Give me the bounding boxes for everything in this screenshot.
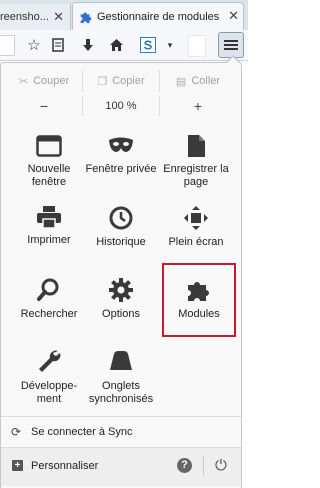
- zoom-reset-button[interactable]: 100 %: [83, 96, 160, 116]
- synced-tabs-label: Onglets synchronisés: [88, 380, 154, 405]
- new-window-label: Nouvelle fenêtre: [27, 163, 71, 188]
- zoom-controls: − 100 % +: [6, 96, 236, 116]
- copy-label: Copier: [112, 75, 145, 87]
- options-label: Options: [102, 308, 140, 320]
- search-label: Rechercher: [20, 308, 78, 320]
- power-icon[interactable]: ⏻: [215, 457, 227, 474]
- zoom-out-button[interactable]: −: [6, 96, 83, 116]
- download-icon[interactable]: [78, 35, 98, 55]
- paste-button[interactable]: ▤ Coller: [160, 70, 236, 92]
- save-page-button[interactable]: Enregistrer la page: [157, 135, 235, 189]
- dropdown-icon[interactable]: ▾: [164, 35, 176, 55]
- tab-title: Gestionnaire de modules ...: [97, 11, 223, 23]
- url-bar[interactable]: [0, 35, 15, 56]
- search-button[interactable]: Rechercher: [10, 278, 88, 321]
- tab-title: reensho...: [0, 11, 49, 23]
- reading-list-icon[interactable]: [48, 35, 68, 55]
- sync-signin-button[interactable]: ⟳ Se connecter à Sync: [1, 417, 241, 447]
- wrench-icon: [39, 350, 61, 372]
- svg-text:S: S: [144, 38, 153, 53]
- cut-label: Couper: [33, 75, 70, 87]
- menu-footer: + Personnaliser ? ⏻: [1, 448, 241, 486]
- help-icon[interactable]: ?: [177, 458, 192, 473]
- close-icon[interactable]: ✕: [53, 9, 64, 25]
- divider: [203, 456, 204, 476]
- developer-button[interactable]: Développe-ment: [10, 348, 88, 406]
- sync-icon: ⟳: [11, 425, 22, 439]
- puzzle-icon: [80, 12, 92, 24]
- search-icon: [37, 278, 59, 301]
- edit-controls: ✂ Couper ❐ Copier ▤ Coller: [6, 70, 236, 92]
- synced-tabs-icon: [110, 351, 132, 370]
- sync-label: Se connecter à Sync: [31, 426, 133, 438]
- customize-button[interactable]: Personnaliser: [31, 460, 98, 472]
- print-label: Imprimer: [27, 234, 71, 246]
- options-button[interactable]: Options: [82, 278, 160, 321]
- bookmark-star-icon[interactable]: ☆: [24, 35, 44, 55]
- save-page-label: Enregistrer la page: [163, 163, 229, 188]
- printer-icon: [37, 206, 61, 228]
- window-icon: [36, 135, 62, 157]
- zoom-in-button[interactable]: +: [160, 96, 236, 116]
- close-icon[interactable]: ✕: [228, 8, 239, 24]
- paste-label: Coller: [191, 75, 221, 87]
- page-icon: [188, 135, 205, 157]
- history-label: Historique: [96, 236, 146, 248]
- synced-tabs-button[interactable]: Onglets synchronisés: [82, 348, 160, 406]
- sync-s-icon[interactable]: S: [138, 35, 158, 55]
- private-window-button[interactable]: Fenêtre privée: [82, 135, 160, 176]
- fullscreen-label: Plein écran: [168, 236, 224, 248]
- home-icon[interactable]: [106, 35, 126, 55]
- developer-label: Développe-ment: [20, 380, 78, 405]
- fullscreen-icon: [184, 206, 208, 230]
- nav-toolbar: ☆ S ▾: [0, 30, 248, 61]
- clipboard-icon: ▤: [175, 75, 187, 88]
- history-button[interactable]: Historique: [82, 206, 160, 249]
- tab-bar: reensho... ✕ Gestionnaire de modules ...…: [0, 0, 248, 31]
- customize-icon: +: [12, 460, 23, 471]
- tab-screenshot[interactable]: reensho... ✕: [0, 4, 71, 30]
- cut-button[interactable]: ✂ Couper: [6, 70, 83, 92]
- addons-highlight-box: [162, 263, 236, 337]
- fullscreen-button[interactable]: Plein écran: [157, 206, 235, 249]
- mask-icon: [109, 137, 133, 152]
- clock-icon: [109, 206, 133, 230]
- print-button[interactable]: Imprimer: [10, 206, 88, 247]
- copy-button[interactable]: ❐ Copier: [83, 70, 160, 92]
- new-window-button[interactable]: Nouvelle fenêtre: [10, 135, 88, 189]
- scissors-icon: ✂: [18, 75, 29, 88]
- private-window-label: Fenêtre privée: [85, 163, 157, 175]
- toolbar-blank-slot: [188, 35, 206, 57]
- tab-addons-manager[interactable]: Gestionnaire de modules ... ✕: [72, 2, 244, 31]
- gear-icon: [109, 278, 133, 302]
- copy-icon: ❐: [97, 75, 108, 88]
